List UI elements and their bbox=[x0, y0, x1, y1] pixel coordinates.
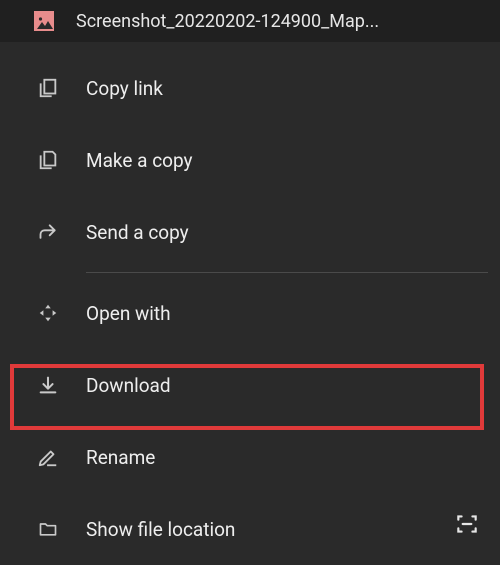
show-location-label: Show file location bbox=[86, 518, 235, 541]
open-with-icon bbox=[34, 299, 62, 327]
download-label: Download bbox=[86, 374, 171, 397]
folder-icon bbox=[34, 515, 62, 543]
make-copy-item[interactable]: Make a copy bbox=[0, 124, 500, 196]
download-icon bbox=[34, 371, 62, 399]
make-copy-icon bbox=[34, 146, 62, 174]
copy-link-item[interactable]: Copy link bbox=[0, 52, 500, 124]
copy-link-icon bbox=[34, 74, 62, 102]
rename-item[interactable]: Rename bbox=[0, 421, 500, 493]
open-with-label: Open with bbox=[86, 302, 171, 325]
file-title: Screenshot_20220202-124900_Map... bbox=[76, 11, 379, 32]
file-header: Screenshot_20220202-124900_Map... bbox=[0, 0, 500, 42]
make-copy-label: Make a copy bbox=[86, 149, 193, 172]
image-file-icon bbox=[34, 11, 54, 31]
download-item[interactable]: Download bbox=[0, 349, 500, 421]
screenshot-button[interactable] bbox=[452, 509, 482, 539]
send-copy-icon bbox=[34, 218, 62, 246]
open-with-item[interactable]: Open with bbox=[0, 277, 500, 349]
menu-divider bbox=[86, 272, 488, 273]
rename-icon bbox=[34, 443, 62, 471]
send-copy-item[interactable]: Send a copy bbox=[0, 196, 500, 268]
context-menu: Copy link Make a copy Send a copy bbox=[0, 42, 500, 565]
copy-link-label: Copy link bbox=[86, 77, 163, 100]
rename-label: Rename bbox=[86, 446, 155, 469]
show-location-item[interactable]: Show file location bbox=[0, 493, 500, 565]
send-copy-label: Send a copy bbox=[86, 221, 189, 244]
